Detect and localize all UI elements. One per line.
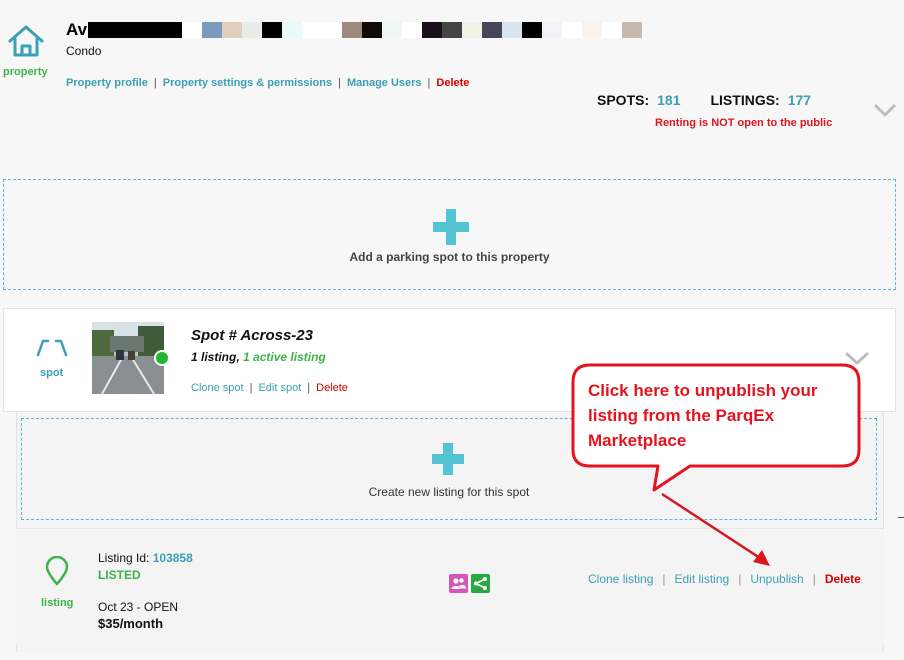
arrow-icon xyxy=(661,492,770,566)
spot-label: spot xyxy=(40,367,64,379)
listings-label: LISTINGS: xyxy=(710,92,780,108)
delete-spot-link[interactable]: Delete xyxy=(316,382,348,394)
users-icon[interactable] xyxy=(449,574,468,593)
unpublish-link[interactable]: Unpublish xyxy=(750,572,803,586)
plus-icon xyxy=(432,443,464,475)
listing-status: LISTED xyxy=(98,568,141,582)
callout-text: Click here to unpublish your listing fro… xyxy=(588,381,818,450)
separator: | xyxy=(338,77,341,89)
house-icon xyxy=(8,25,44,57)
listings-count: 177 xyxy=(787,92,812,108)
spot-links: Clone spot | Edit spot | Delete xyxy=(191,382,348,394)
add-spot-label: Add a parking spot to this property xyxy=(349,250,550,264)
edit-spot-link[interactable]: Edit spot xyxy=(258,382,301,394)
listing-actions: Clone listing | Edit listing | Unpublish | Del… xyxy=(588,572,861,586)
spots-count: 181 xyxy=(657,92,681,108)
listing-id-value[interactable]: 103858 xyxy=(153,551,193,565)
separator: | xyxy=(249,382,253,394)
listing-id-label: Listing Id: xyxy=(98,551,150,565)
listing-id: Listing Id: 103858 xyxy=(98,551,193,565)
location-pin-icon xyxy=(45,556,69,586)
divider xyxy=(898,517,904,518)
separator: | xyxy=(812,572,816,586)
renting-status: Renting is NOT open to the public xyxy=(655,117,833,129)
listing-count: 1 listing, xyxy=(191,350,240,364)
property-name: Av xyxy=(66,20,88,39)
separator: | xyxy=(307,382,311,394)
add-spot-button[interactable]: Add a parking spot to this property xyxy=(3,179,896,290)
spot-listing-count: 1 listing, 1 active listing xyxy=(191,350,326,364)
separator: | xyxy=(662,572,666,586)
property-settings-link[interactable]: Property settings & permissions xyxy=(163,77,332,89)
listing-label: listing xyxy=(41,597,74,609)
redacted-address xyxy=(88,22,642,38)
chevron-down-icon[interactable] xyxy=(874,104,896,118)
property-type: Condo xyxy=(66,44,102,58)
active-status-dot xyxy=(154,350,170,366)
manage-users-link[interactable]: Manage Users xyxy=(347,77,422,89)
parking-spot-icon xyxy=(36,339,68,357)
clone-listing-link[interactable]: Clone listing xyxy=(588,572,653,586)
delete-property-link[interactable]: Delete xyxy=(436,77,469,89)
property-links: Property profile | Property settings & per… xyxy=(66,77,469,89)
spots-label: SPOTS: xyxy=(597,92,650,108)
property-label: property xyxy=(3,66,48,78)
delete-listing-link[interactable]: Delete xyxy=(825,572,861,586)
separator: | xyxy=(153,77,157,89)
active-listing-count: 1 active listing xyxy=(243,350,326,364)
property-stats: SPOTS: 181 LISTINGS: 177 xyxy=(597,92,811,108)
edit-listing-link[interactable]: Edit listing xyxy=(675,572,730,586)
plus-icon xyxy=(433,209,469,245)
spot-title: Spot # Across-23 xyxy=(191,327,313,344)
clone-spot-link[interactable]: Clone spot xyxy=(191,382,244,394)
property-profile-link[interactable]: Property profile xyxy=(66,77,148,89)
separator: | xyxy=(427,77,431,89)
separator: | xyxy=(738,572,742,586)
listing-price: $35/month xyxy=(98,616,164,631)
listing-date: Oct 23 - OPEN xyxy=(98,600,179,614)
share-icon[interactable] xyxy=(471,574,490,593)
